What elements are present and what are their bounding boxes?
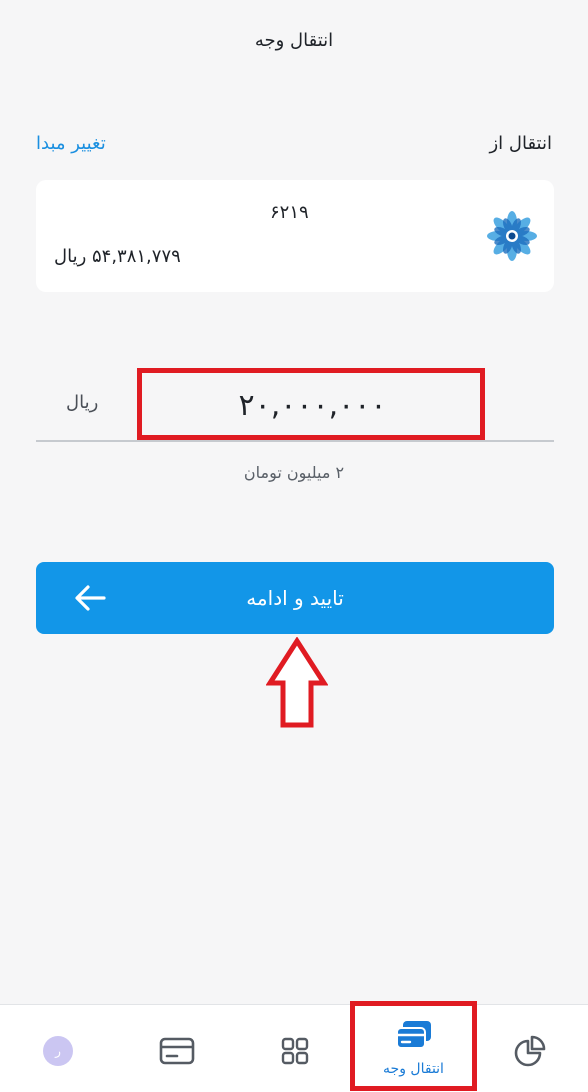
card-number: ۶۲۱۹ (270, 202, 309, 223)
change-source-link[interactable]: تغییر مبدا (36, 133, 106, 154)
transfer-from-label: انتقال از (489, 133, 552, 154)
nav-transfer-highlight-annotation (350, 1001, 477, 1091)
up-arrow-annotation-icon (266, 637, 328, 728)
pie-chart-icon (514, 1035, 546, 1067)
avatar: ر (43, 1036, 73, 1066)
amount-highlight-annotation (137, 368, 485, 440)
bank-logo-icon (487, 211, 537, 261)
card-balance: ۵۴,۳۸۱,۷۷۹ ریال (54, 246, 181, 267)
amount-in-words: ۲ میلیون تومان (243, 463, 345, 482)
card-icon (159, 1037, 195, 1065)
confirm-button-label: تایید و ادامه (246, 586, 344, 610)
confirm-continue-button[interactable]: تایید و ادامه (36, 562, 554, 634)
amount-underline (36, 440, 554, 442)
nav-item-profile[interactable]: ر (18, 1005, 98, 1092)
arrow-left-icon (75, 585, 106, 611)
nav-item-cards[interactable] (137, 1005, 217, 1092)
nav-item-services[interactable] (255, 1005, 335, 1092)
currency-label: ریال (66, 392, 99, 413)
bottom-navigation: ر انتقال وجه (0, 1004, 588, 1092)
page-title: انتقال وجه (254, 30, 334, 51)
source-account-card[interactable]: ۶۲۱۹ ۵۴,۳۸۱,۷۷۹ ریال (36, 180, 554, 292)
nav-item-reports[interactable] (492, 1005, 572, 1092)
grid-icon (281, 1037, 309, 1065)
